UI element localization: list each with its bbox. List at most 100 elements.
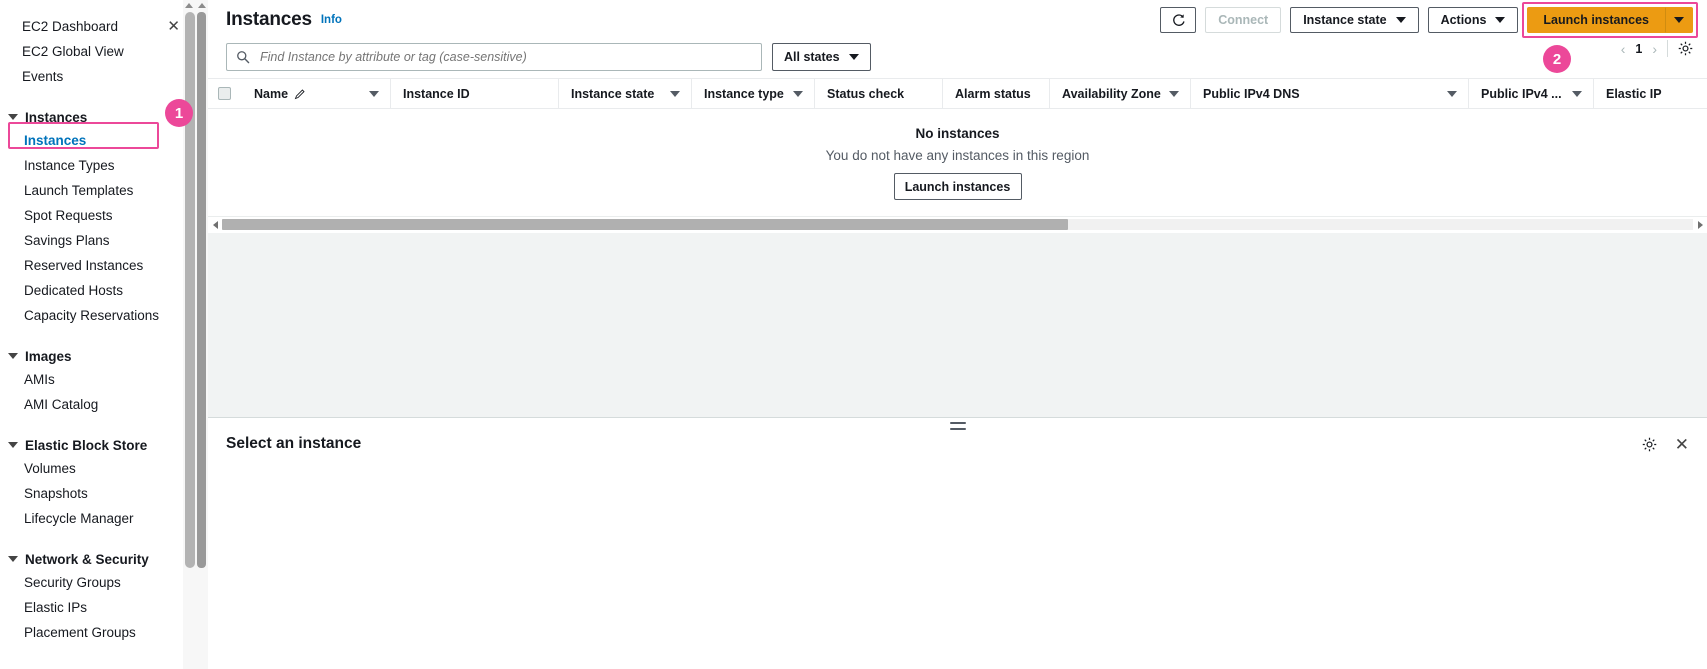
column-label: Availability Zone <box>1062 86 1161 101</box>
column-header-public-ipv4[interactable]: Public IPv4 ... <box>1468 78 1593 109</box>
sidebar-item-lifecycle-manager[interactable]: Lifecycle Manager <box>0 506 196 531</box>
sidebar-item-savings-plans[interactable]: Savings Plans <box>0 228 196 253</box>
column-header-instance-type[interactable]: Instance type <box>691 78 814 109</box>
panel-settings-gear-icon[interactable] <box>1642 437 1657 452</box>
resize-handle[interactable] <box>949 422 966 430</box>
chevron-down-icon <box>8 556 18 562</box>
horizontal-scroll-thumb[interactable] <box>222 219 1068 230</box>
column-label: Instance state <box>571 86 655 101</box>
sort-caret-icon[interactable] <box>670 90 680 97</box>
scroll-up-arrow-icon[interactable] <box>198 3 206 8</box>
sidebar-group-header-images[interactable]: Images <box>0 345 196 367</box>
sort-caret-icon[interactable] <box>1447 90 1457 97</box>
column-label: Instance ID <box>403 86 470 101</box>
instance-state-dropdown[interactable]: Instance state <box>1290 7 1419 33</box>
sidebar-group-header-network-security[interactable]: Network & Security <box>0 548 196 570</box>
sort-caret-icon[interactable] <box>1169 90 1179 97</box>
chevron-down-icon <box>1395 17 1406 23</box>
launch-instances-dropdown-button[interactable] <box>1665 7 1693 33</box>
sidebar-item-elastic-ips[interactable]: Elastic IPs <box>0 595 196 620</box>
sidebar-item-dedicated-hosts[interactable]: Dedicated Hosts <box>0 278 196 303</box>
content-scrollbar-thumb[interactable] <box>197 12 206 568</box>
pagination-prev-button[interactable]: ‹ <box>1621 41 1626 57</box>
state-filter-dropdown[interactable]: All states <box>772 43 871 71</box>
sidebar-item-spot-requests[interactable]: Spot Requests <box>0 203 196 228</box>
pencil-icon <box>294 88 305 99</box>
column-label: Public IPv4 DNS <box>1203 86 1300 101</box>
column-label: Name <box>254 86 289 101</box>
panel-close-icon[interactable]: ✕ <box>1675 436 1689 453</box>
sidebar-item-snapshots[interactable]: Snapshots <box>0 481 196 506</box>
column-header-elastic-ip[interactable]: Elastic IP <box>1593 78 1703 109</box>
column-header-name[interactable]: Name <box>242 79 390 109</box>
sidebar-group-instances: Instances Instances Instance Types Launc… <box>0 106 196 328</box>
table-settings-gear-icon[interactable] <box>1678 41 1693 56</box>
column-label: Instance type <box>704 86 784 101</box>
empty-state-subtitle: You do not have any instances in this re… <box>825 148 1090 163</box>
column-header-alarm-status[interactable]: Alarm status <box>942 78 1049 109</box>
sidebar-item-placement-groups[interactable]: Placement Groups <box>0 620 196 645</box>
column-label: Alarm status <box>955 86 1031 101</box>
sidebar-item-instances[interactable]: Instances <box>0 128 196 153</box>
chevron-down-icon <box>1674 17 1684 23</box>
sidebar-item-security-groups[interactable]: Security Groups <box>0 570 196 595</box>
launch-instances-button[interactable]: Launch instances <box>1527 7 1665 33</box>
sidebar-item-capacity-reservations[interactable]: Capacity Reservations <box>0 303 196 328</box>
sidebar: EC2 Dashboard ✕ EC2 Global View Events I… <box>0 0 196 669</box>
select-all-checkbox[interactable] <box>218 87 231 100</box>
ec2-console: EC2 Dashboard ✕ EC2 Global View Events I… <box>0 0 1707 669</box>
search-box[interactable] <box>226 43 762 71</box>
sidebar-label-ec2-dashboard: EC2 Dashboard <box>22 19 119 34</box>
annotation-badge-1: 1 <box>165 99 193 127</box>
sidebar-item-launch-templates[interactable]: Launch Templates <box>0 178 196 203</box>
state-filter-label: All states <box>784 50 840 64</box>
sidebar-item-instance-types[interactable]: Instance Types <box>0 153 196 178</box>
sort-caret-icon[interactable] <box>793 90 803 97</box>
horizontal-scroll-track[interactable] <box>222 219 1693 230</box>
column-header-status-check[interactable]: Status check <box>814 78 942 109</box>
sidebar-item-events[interactable]: Events <box>0 64 196 89</box>
sidebar-scrollbar-thumb[interactable] <box>185 12 195 568</box>
instances-table: Name Instance ID Instance state Instance… <box>208 78 1707 232</box>
table-header-row: Name Instance ID Instance state Instance… <box>208 78 1707 109</box>
connect-button[interactable]: Connect <box>1205 7 1282 33</box>
sidebar-item-amis[interactable]: AMIs <box>0 367 196 392</box>
empty-state-launch-instances-button[interactable]: Launch instances <box>893 173 1022 200</box>
actions-dropdown[interactable]: Actions <box>1427 7 1519 33</box>
sort-caret-icon[interactable] <box>1572 90 1582 97</box>
scroll-right-arrow-icon[interactable] <box>1693 217 1707 233</box>
pagination: ‹ 1 › <box>1621 40 1693 57</box>
chevron-down-icon <box>1495 17 1506 23</box>
actions-label: Actions <box>1440 13 1487 27</box>
scroll-up-arrow-icon[interactable] <box>185 3 193 8</box>
sort-caret-icon[interactable] <box>369 90 379 97</box>
sidebar-group-images: Images AMIs AMI Catalog <box>0 345 196 417</box>
close-icon[interactable]: ✕ <box>167 14 180 39</box>
content-area: Instances Info Connect Instance state Ac… <box>208 0 1707 657</box>
sidebar-nav: EC2 Dashboard ✕ EC2 Global View Events I… <box>0 0 196 645</box>
column-header-availability-zone[interactable]: Availability Zone <box>1049 78 1190 109</box>
main-content: Instances Info Connect Instance state Ac… <box>196 0 1707 669</box>
sidebar-item-reserved-instances[interactable]: Reserved Instances <box>0 253 196 278</box>
column-label: Public IPv4 ... <box>1481 86 1562 101</box>
refresh-button[interactable] <box>1160 7 1197 33</box>
column-header-instance-state[interactable]: Instance state <box>558 78 691 109</box>
column-header-public-ipv4-dns[interactable]: Public IPv4 DNS <box>1190 78 1468 109</box>
search-input[interactable] <box>258 49 752 65</box>
refresh-icon <box>1172 13 1185 26</box>
sidebar-item-ec2-dashboard[interactable]: EC2 Dashboard ✕ <box>0 14 196 39</box>
table-horizontal-scrollbar[interactable] <box>208 216 1707 232</box>
launch-instances-group: Launch instances <box>1527 7 1693 33</box>
content-scrollbar[interactable] <box>196 0 208 669</box>
sidebar-group-header-ebs[interactable]: Elastic Block Store <box>0 434 196 456</box>
pagination-next-button[interactable]: › <box>1652 41 1657 57</box>
scroll-left-arrow-icon[interactable] <box>208 217 222 233</box>
sidebar-item-volumes[interactable]: Volumes <box>0 456 196 481</box>
column-header-instance-id[interactable]: Instance ID <box>390 78 558 109</box>
pagination-page-number: 1 <box>1635 41 1643 56</box>
instance-state-label: Instance state <box>1303 13 1387 27</box>
info-link[interactable]: Info <box>321 14 342 26</box>
header-actions: Connect Instance state Actions Launch in… <box>1160 7 1693 33</box>
sidebar-item-ec2-global-view[interactable]: EC2 Global View <box>0 39 196 64</box>
sidebar-item-ami-catalog[interactable]: AMI Catalog <box>0 392 196 417</box>
